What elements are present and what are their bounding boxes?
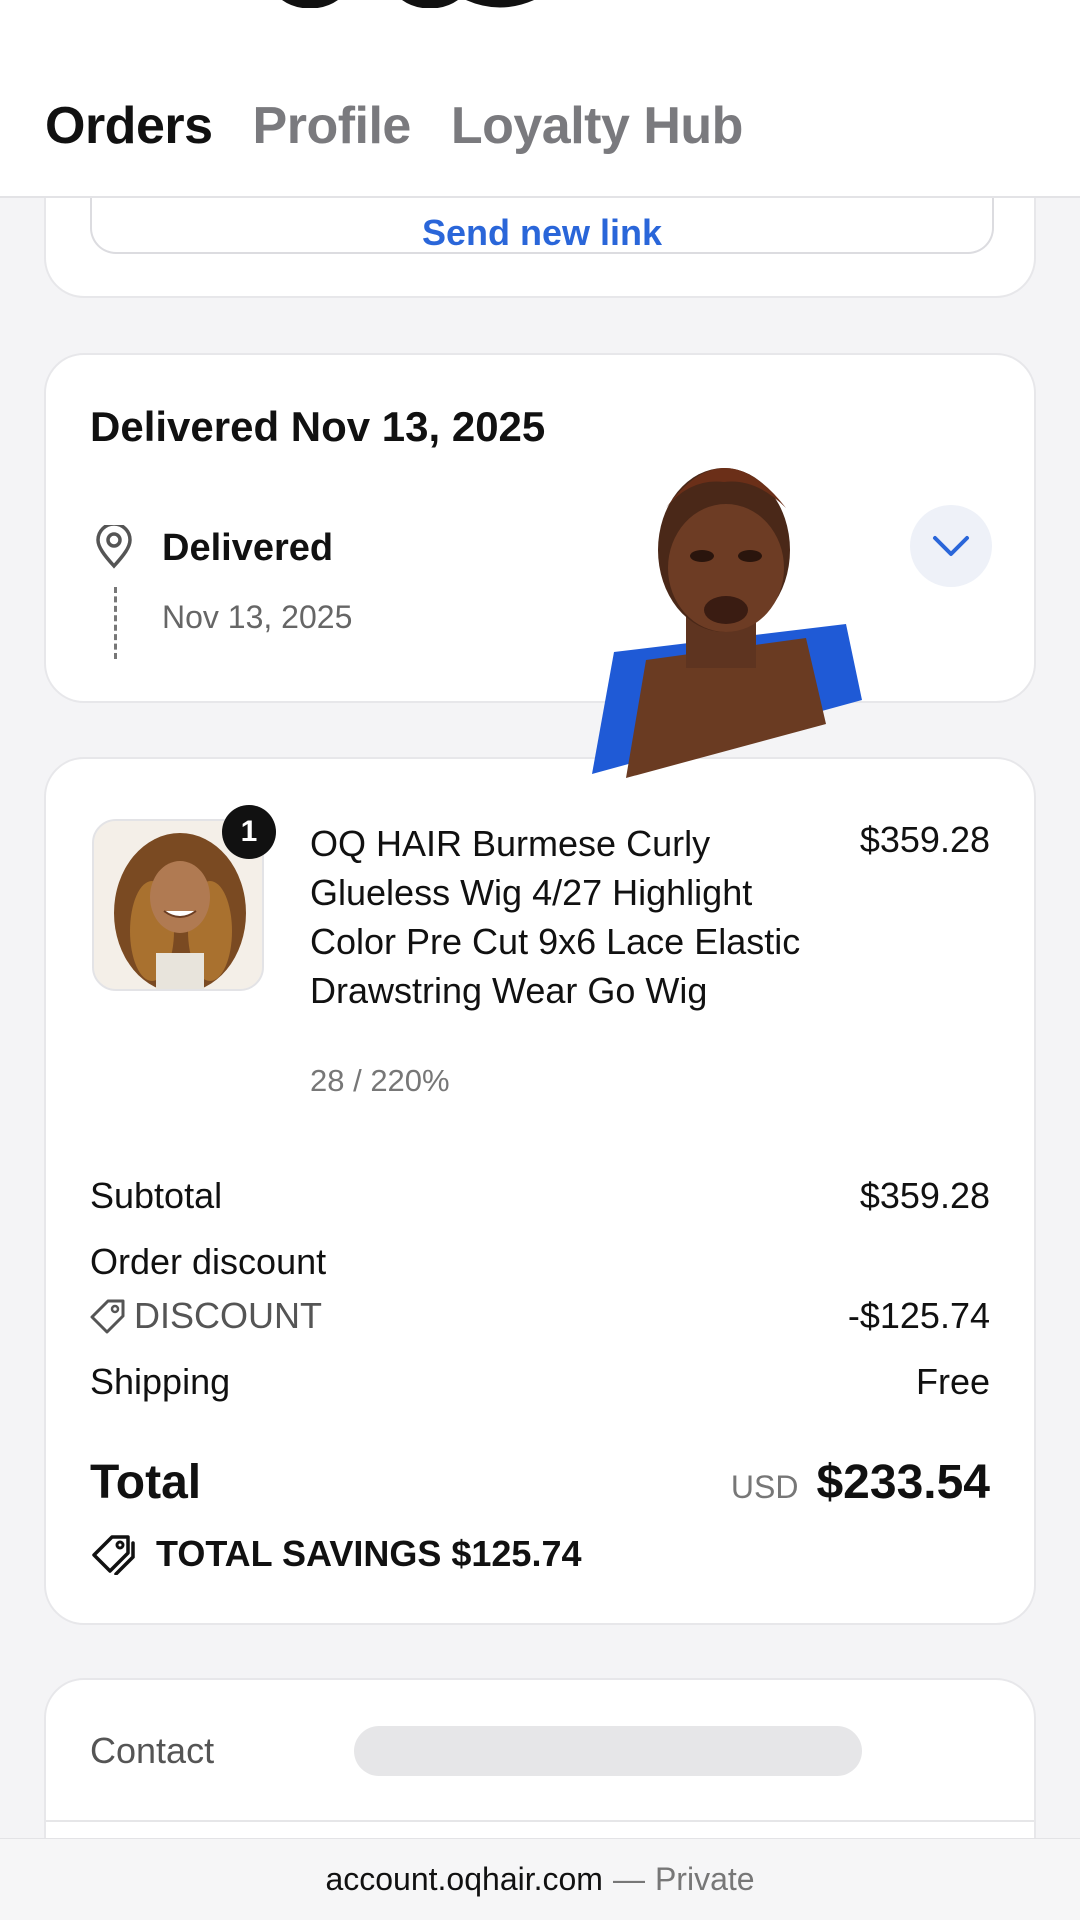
url-separator: — xyxy=(612,1861,645,1897)
order-summary-card: 1 OQ HAIR Burmese Curly Glueless Wig 4/2… xyxy=(44,757,1036,1625)
delivery-title: Delivered Nov 13, 2025 xyxy=(90,403,546,450)
timeline-connector xyxy=(114,587,117,659)
total-amount: $233.54 xyxy=(816,1456,990,1509)
discount-code-label: DISCOUNT xyxy=(134,1295,322,1336)
tab-loyalty-hub[interactable]: Loyalty Hub xyxy=(451,96,744,156)
expand-tracking-button[interactable] xyxy=(910,505,992,587)
order-discount-label: Order discount xyxy=(90,1241,327,1282)
product-name[interactable]: OQ HAIR Burmese Curly Glueless Wig 4/27 … xyxy=(310,819,810,1015)
discount-code: DISCOUNT xyxy=(90,1295,322,1337)
private-mode-label: Private xyxy=(654,1861,755,1897)
contact-value-placeholder xyxy=(354,1726,862,1776)
url-domain: account.oqhair.com xyxy=(325,1861,603,1897)
shipping-value: Free xyxy=(915,1361,990,1402)
browser-address-bar[interactable]: account.oqhair.com — Private xyxy=(0,1838,1080,1920)
total-amount-group: USD $233.54 xyxy=(731,1455,990,1510)
discount-value: -$125.74 xyxy=(847,1295,990,1336)
delivery-status: Delivered xyxy=(162,527,334,569)
tab-profile[interactable]: Profile xyxy=(253,96,412,156)
shipping-label: Shipping xyxy=(90,1361,231,1402)
location-pin-icon xyxy=(96,525,132,569)
currency-code: USD xyxy=(730,1469,799,1505)
delivery-date: Nov 13, 2025 xyxy=(162,599,353,635)
tag-icon xyxy=(90,1299,125,1334)
chevron-down-icon xyxy=(933,536,969,556)
shipping-row: Shipping Free xyxy=(90,1361,990,1403)
quantity-badge: 1 xyxy=(222,805,276,859)
total-savings-label: TOTAL SAVINGS $125.74 xyxy=(156,1533,582,1574)
brand-logo xyxy=(282,0,534,8)
subtotal-label: Subtotal xyxy=(90,1175,223,1216)
product-variant: 28 / 220% xyxy=(310,1063,450,1098)
tab-orders[interactable]: Orders xyxy=(45,96,213,156)
contact-label: Contact xyxy=(90,1730,215,1771)
total-row: Total USD $233.54 xyxy=(90,1455,990,1510)
total-label: Total xyxy=(90,1456,202,1509)
double-tag-icon xyxy=(92,1535,135,1575)
delivery-card: Delivered Nov 13, 2025 Delivered Nov 13,… xyxy=(44,353,1036,703)
top-header: Orders Profile Loyalty Hub xyxy=(0,0,1080,198)
discount-row: DISCOUNT -$125.74 xyxy=(90,1295,990,1337)
send-link-label: Send new link xyxy=(421,212,663,253)
total-savings: TOTAL SAVINGS $125.74 xyxy=(90,1533,582,1575)
product-price: $359.28 xyxy=(859,819,990,860)
subtotal-value: $359.28 xyxy=(859,1175,990,1216)
presenter-overlay xyxy=(592,468,862,778)
subtotal-row: Subtotal $359.28 xyxy=(90,1175,990,1217)
divider xyxy=(46,1820,1034,1822)
discount-label-row: Order discount xyxy=(90,1241,990,1283)
main-tabs: Orders Profile Loyalty Hub xyxy=(45,96,743,156)
send-link-button[interactable]: Send new link xyxy=(90,190,994,254)
